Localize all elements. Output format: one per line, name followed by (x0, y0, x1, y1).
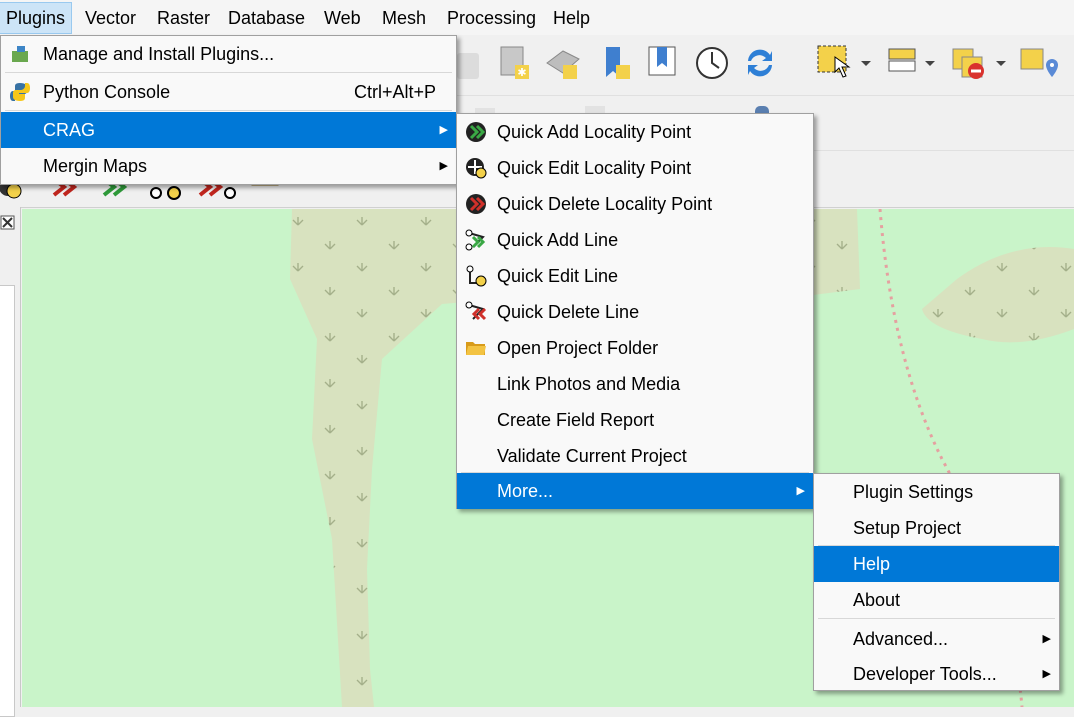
about-label: About (853, 590, 901, 610)
quick-edit-point-label: Quick Edit Locality Point (497, 158, 692, 178)
help-item[interactable]: Help (814, 546, 1059, 582)
menu-web-label: Web (324, 8, 361, 28)
more-label: More... (497, 481, 554, 501)
edit-line-icon (466, 265, 487, 287)
python-console-shortcut: Ctrl+Alt+P (353, 82, 436, 102)
plugin-settings-label: Plugin Settings (853, 482, 974, 502)
quick-delete-line-label: Quick Delete Line (497, 302, 640, 322)
setup-project-label: Setup Project (853, 518, 962, 538)
menu-database[interactable]: Database (222, 3, 311, 33)
menu-web[interactable]: Web (318, 3, 367, 33)
validate-project-label: Validate Current Project (497, 446, 687, 466)
menu-plugins[interactable]: Plugins (0, 2, 73, 34)
menu-processing[interactable]: Processing (441, 3, 542, 33)
add-line-icon (465, 229, 486, 251)
menu-mesh[interactable]: Mesh (376, 3, 432, 33)
link-photos-label: Link Photos and Media (497, 374, 681, 394)
select-by-location-icon[interactable] (1018, 43, 1074, 83)
menu-separator (5, 110, 452, 111)
new-virtual-layer-icon[interactable] (543, 43, 583, 83)
submenu-arrow-icon: ▶ (439, 124, 448, 136)
disabled-tool-icon (457, 53, 479, 79)
quick-delete-point-label: Quick Delete Locality Point (497, 194, 713, 214)
quick-edit-line-item[interactable]: Quick Edit Line (457, 258, 813, 294)
refresh-icon[interactable] (740, 43, 780, 83)
menu-database-label: Database (228, 8, 306, 28)
menu-vector[interactable]: Vector (79, 3, 142, 33)
crag-menu: Quick Add Locality Point Quick Edit Loca… (456, 113, 814, 509)
plugin-settings-item[interactable]: Plugin Settings (814, 474, 1059, 510)
crag-label: CRAG (43, 120, 96, 140)
python-icon (10, 83, 30, 101)
about-item[interactable]: About (814, 582, 1059, 618)
menu-help-label: Help (553, 8, 591, 28)
svg-text:✱: ✱ (517, 67, 526, 79)
layers-panel (0, 207, 21, 717)
link-photos-item[interactable]: Link Photos and Media (457, 366, 813, 402)
create-report-item[interactable]: Create Field Report (457, 402, 813, 438)
menu-bar: Plugins Vector Raster Database Web Mesh … (0, 0, 1074, 35)
mergin-maps-label: Mergin Maps (43, 156, 148, 176)
more-submenu-item[interactable]: More... ▶ (457, 473, 813, 509)
submenu-arrow-icon: ▶ (1042, 633, 1051, 645)
crag-submenu-item[interactable]: CRAG ▶ (1, 112, 456, 148)
mergin-maps-item[interactable]: Mergin Maps ▶ (1, 148, 456, 184)
delete-point-icon (466, 194, 486, 214)
select-by-expression-icon[interactable] (885, 43, 945, 83)
quick-add-point-item[interactable]: Quick Add Locality Point (457, 114, 813, 150)
puzzle-icon (12, 46, 28, 62)
layers-list[interactable] (0, 285, 15, 717)
menu-raster[interactable]: Raster (151, 3, 216, 33)
help-label: Help (853, 554, 891, 574)
add-point-icon (466, 122, 486, 142)
submenu-arrow-icon: ▶ (796, 485, 805, 497)
developer-tools-label: Developer Tools... (853, 664, 997, 684)
show-bookmarks-icon[interactable] (645, 43, 681, 83)
quick-delete-point-item[interactable]: Quick Delete Locality Point (457, 186, 813, 222)
menu-processing-label: Processing (447, 8, 537, 28)
submenu-arrow-icon: ▶ (1042, 668, 1051, 680)
open-project-folder-item[interactable]: Open Project Folder (457, 330, 813, 366)
menu-vector-label: Vector (85, 8, 137, 28)
plugins-menu: Manage and Install Plugins... Python Con… (0, 35, 457, 185)
open-project-folder-label: Open Project Folder (497, 338, 659, 358)
menu-mesh-label: Mesh (382, 8, 427, 28)
quick-delete-line-item[interactable]: Quick Delete Line (457, 294, 813, 330)
folder-icon (466, 342, 486, 355)
developer-tools-submenu-item[interactable]: Developer Tools... ▶ (814, 656, 1059, 692)
menu-separator (818, 618, 1055, 619)
quick-add-line-label: Quick Add Line (497, 230, 619, 250)
menu-separator (5, 72, 452, 73)
quick-edit-line-label: Quick Edit Line (497, 266, 619, 286)
new-bookmark-icon[interactable] (600, 43, 636, 85)
menu-raster-label: Raster (157, 8, 211, 28)
manage-plugins-item[interactable]: Manage and Install Plugins... (1, 36, 456, 72)
edit-point-icon (466, 158, 487, 179)
menu-help[interactable]: Help (547, 3, 596, 33)
close-panel-icon[interactable] (0, 215, 16, 231)
temporal-controller-icon[interactable] (692, 43, 732, 83)
quick-add-point-label: Quick Add Locality Point (497, 122, 692, 142)
quick-edit-point-item[interactable]: Quick Edit Locality Point (457, 150, 813, 186)
quick-add-line-item[interactable]: Quick Add Line (457, 222, 813, 258)
setup-project-item[interactable]: Setup Project (814, 510, 1059, 546)
advanced-submenu-item[interactable]: Advanced... ▶ (814, 621, 1059, 657)
manage-plugins-label: Manage and Install Plugins... (43, 44, 275, 64)
python-console-item[interactable]: Python Console Ctrl+Alt+P (1, 74, 456, 110)
menu-plugins-label: Plugins (6, 8, 66, 28)
validate-project-item[interactable]: Validate Current Project (457, 438, 813, 474)
create-report-label: Create Field Report (497, 410, 655, 430)
more-menu: Plugin Settings Setup Project Help About… (813, 473, 1060, 691)
python-console-label: Python Console (43, 82, 171, 102)
submenu-arrow-icon: ▶ (439, 160, 448, 172)
new-raster-layer-icon[interactable]: ✱ (497, 43, 533, 83)
deselect-features-icon[interactable] (950, 43, 1010, 83)
advanced-label: Advanced... (853, 629, 949, 649)
select-features-icon[interactable] (815, 43, 875, 83)
delete-line-icon (465, 301, 487, 321)
